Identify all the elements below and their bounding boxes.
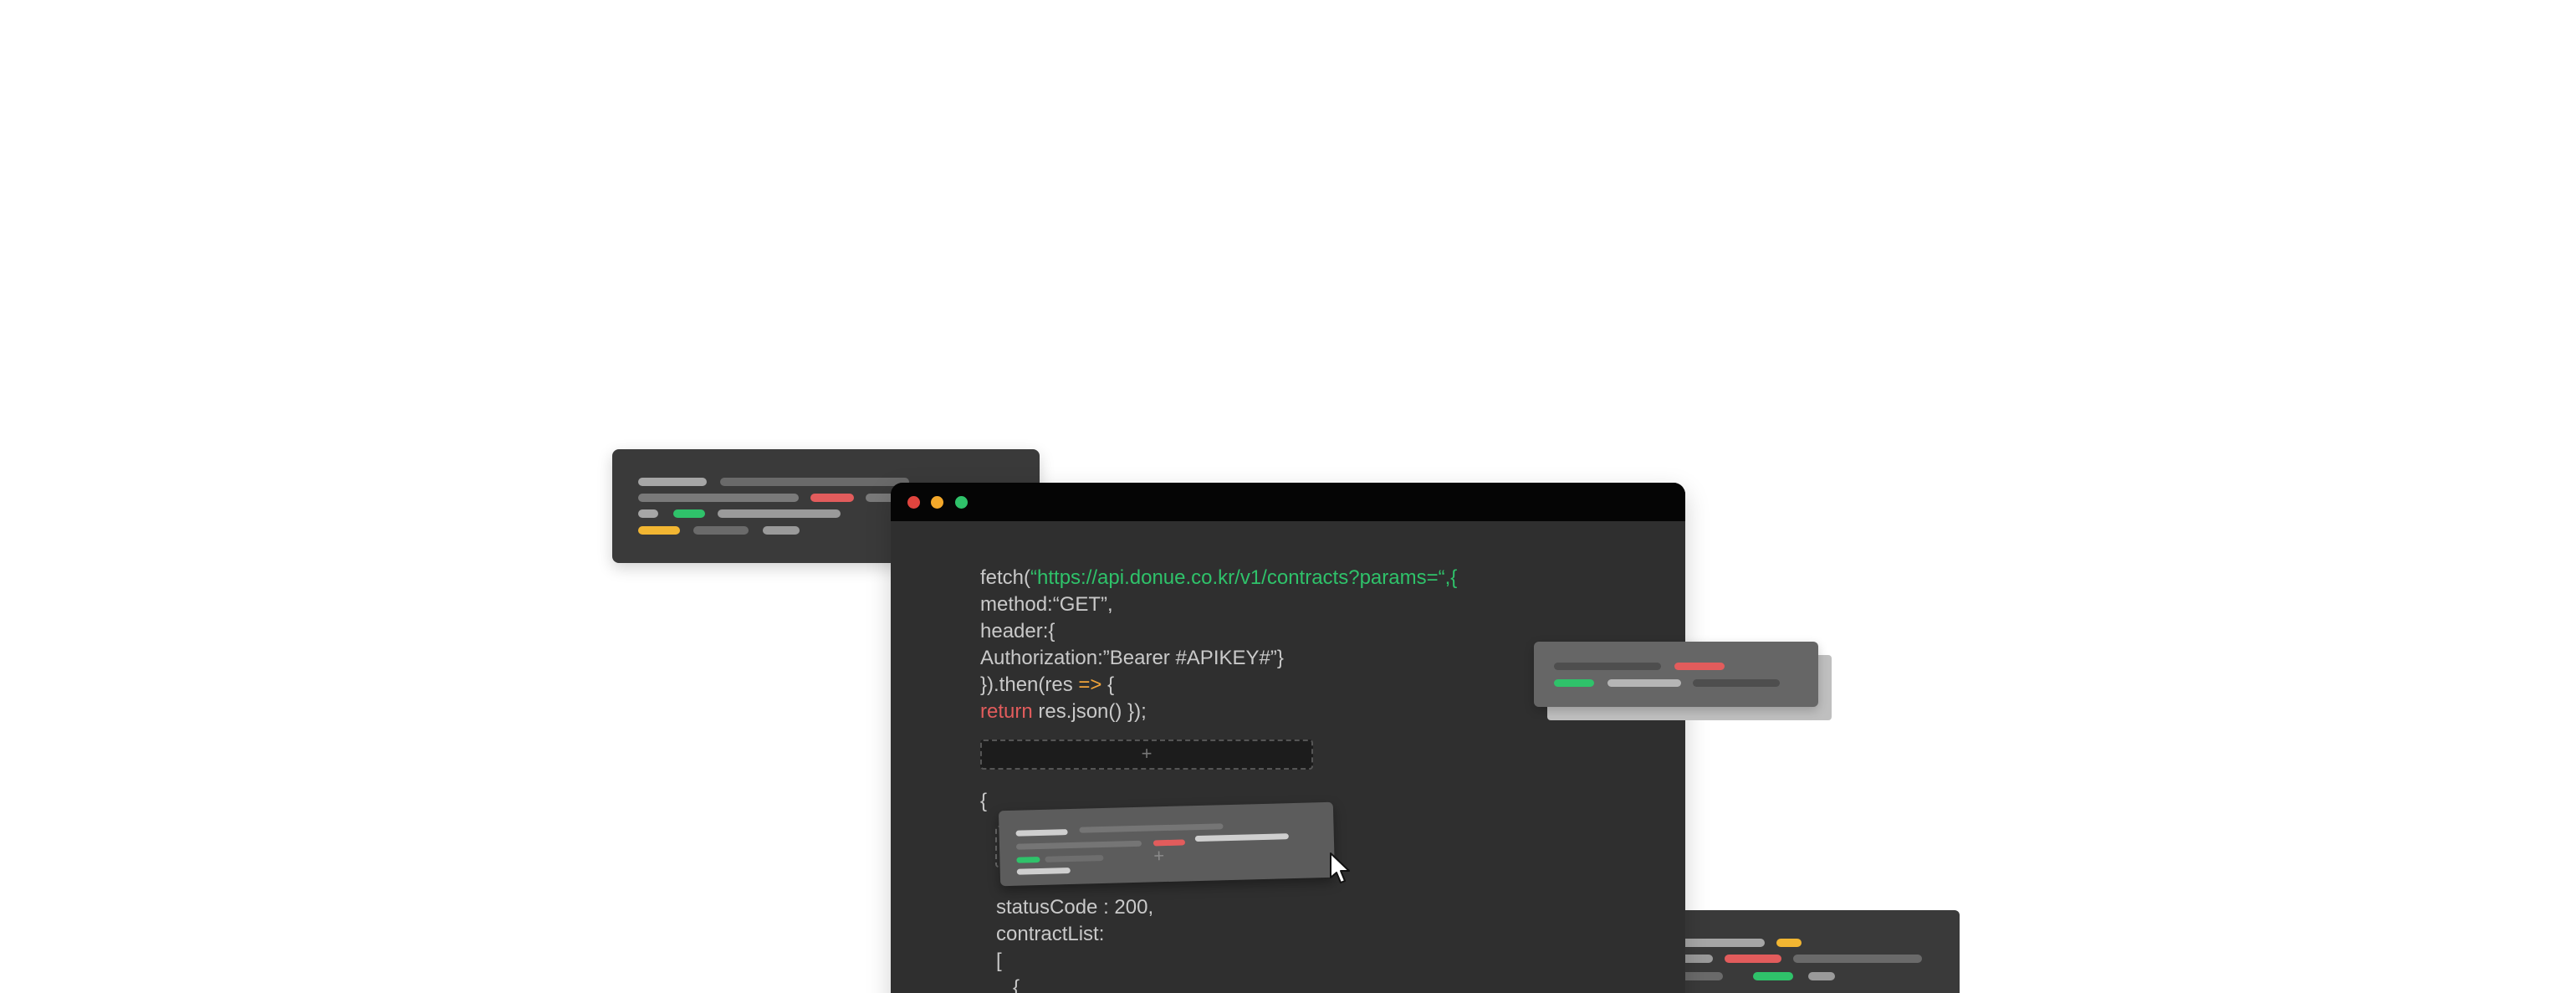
code-url: “https://api.donue.co.kr/v1/contracts?pa… (1030, 566, 1458, 589)
code-line-contract-list: contractList: (996, 923, 1105, 945)
snippet-card-right (1534, 642, 1818, 707)
code-return-rest: res.json() }); (1032, 700, 1147, 723)
placeholder-line (720, 478, 909, 486)
placeholder-line (638, 478, 707, 486)
placeholder-line (1079, 823, 1224, 833)
placeholder-line-red (810, 494, 854, 502)
code-line-authorization: Authorization:”Bearer #APIKEY#”} (980, 647, 1284, 669)
dragged-code-block[interactable]: + (998, 801, 1336, 887)
placeholder-line-green (673, 509, 705, 518)
placeholder-line-yellow (638, 526, 680, 535)
canvas: fetch(“https://api.donue.co.kr/v1/contra… (0, 0, 2576, 993)
placeholder-line (1016, 868, 1071, 875)
placeholder-line (1045, 854, 1104, 862)
placeholder-line (1808, 972, 1835, 980)
minimize-window-icon[interactable] (931, 496, 943, 509)
code-line-bracket: [ (996, 949, 1002, 972)
code-then-brace: { (1101, 673, 1115, 696)
mouse-pointer-icon (1330, 852, 1350, 883)
placeholder-line-green (1753, 972, 1793, 980)
placeholder-line (638, 509, 658, 518)
placeholder-line (693, 526, 749, 535)
add-block-icon: + (1153, 845, 1165, 867)
code-line-open-brace: { (980, 790, 988, 812)
code-line-method: method:“GET”, (980, 593, 1113, 616)
placeholder-line-green (1016, 856, 1040, 863)
placeholder-line-yellow (1776, 939, 1802, 947)
code-line-return: return res.json() }); (980, 699, 1147, 725)
close-window-icon[interactable] (907, 496, 920, 509)
placeholder-line-red (1674, 663, 1725, 670)
code-line-inner-brace: { (1013, 976, 1020, 993)
placeholder-line (763, 526, 800, 535)
window-titlebar (891, 483, 1685, 521)
code-line-then: }).then(res => { (980, 672, 1114, 699)
placeholder-line (1015, 829, 1068, 837)
placeholder-line (1607, 679, 1681, 687)
add-block-icon: + (1141, 743, 1153, 764)
code-then-text: }).then(res (980, 673, 1079, 696)
code-editor-window: fetch(“https://api.donue.co.kr/v1/contra… (891, 483, 1685, 993)
code-line-status: statusCode : 200, (996, 896, 1154, 919)
code-line-header: header:{ (980, 620, 1055, 642)
placeholder-line-green (1554, 679, 1594, 687)
placeholder-line (718, 509, 841, 518)
placeholder-line (1693, 679, 1780, 687)
block-drop-zone[interactable]: + (980, 740, 1313, 770)
placeholder-line (1554, 663, 1661, 670)
placeholder-line (1793, 955, 1922, 963)
placeholder-line-red (1725, 955, 1781, 963)
placeholder-line (638, 494, 799, 502)
code-return-keyword: return (980, 700, 1033, 723)
placeholder-line (1015, 840, 1142, 850)
code-line-fetch: fetch(“https://api.donue.co.kr/v1/contra… (980, 565, 1457, 591)
code-fn: fetch( (980, 566, 1031, 589)
placeholder-line (1679, 939, 1765, 947)
placeholder-line (1194, 833, 1289, 842)
maximize-window-icon[interactable] (955, 496, 968, 509)
code-arrow: => (1078, 673, 1102, 696)
